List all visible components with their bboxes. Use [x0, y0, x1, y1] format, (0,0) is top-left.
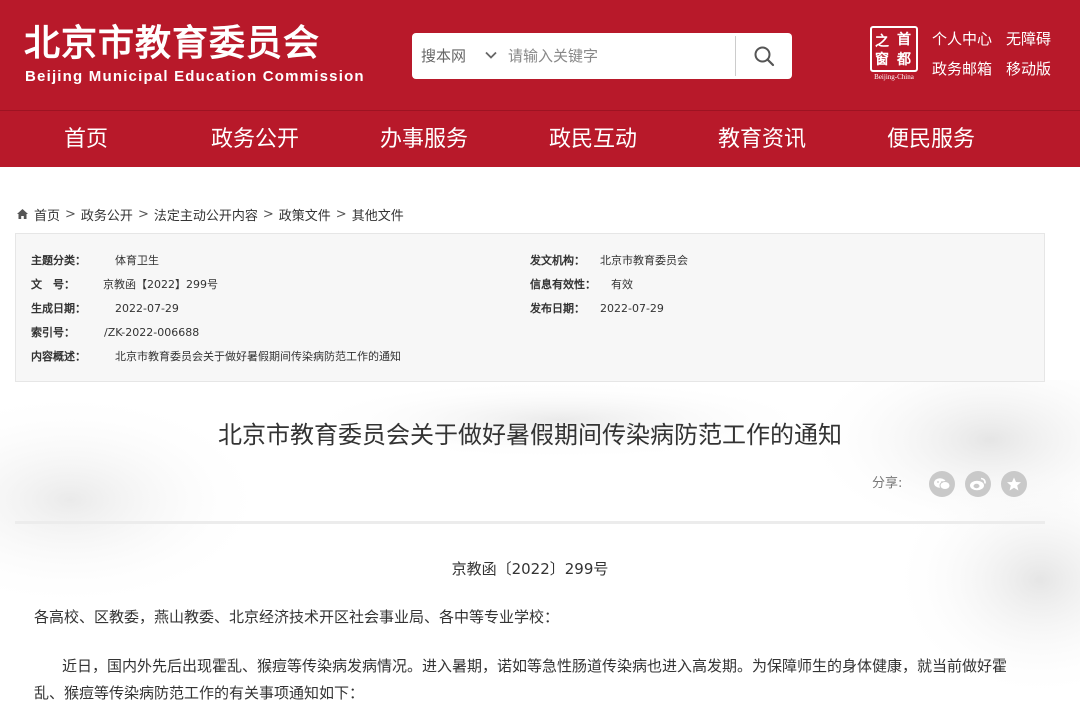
- seal-frame: 之 首 窗 都: [870, 26, 918, 72]
- favorite-share-button[interactable]: [1001, 471, 1027, 497]
- seal-char: 首: [897, 32, 911, 48]
- search-icon: [754, 46, 775, 67]
- main-nav: 首页 政务公开 办事服务 政民互动 教育资讯 便民服务: [0, 110, 1080, 167]
- search-divider: [735, 36, 736, 76]
- breadcrumb-home[interactable]: 首页: [34, 205, 60, 224]
- breadcrumb-separator: >: [65, 206, 76, 222]
- meta-summary-value: 北京市教育委员会关于做好暑假期间传染病防范工作的通知: [115, 350, 401, 363]
- wechat-icon: [934, 478, 951, 490]
- breadcrumb-separator: >: [335, 206, 347, 222]
- seal-char: 都: [897, 52, 911, 68]
- home-icon: [17, 209, 28, 219]
- breadcrumb-other-documents[interactable]: 其他文件: [352, 205, 404, 224]
- meta-created-label: 生成日期：: [31, 302, 86, 315]
- seal-char: 窗: [875, 52, 889, 68]
- search-scope-select[interactable]: 搜本网: [421, 33, 466, 79]
- article-salutation: 各高校、区教委，燕山教委、北京经济技术开区社会事业局、各中等专业学校：: [34, 608, 560, 626]
- seal-caption: Beijing-China: [874, 73, 914, 81]
- meta-index-value: /ZK-2022-006688: [104, 326, 200, 339]
- site-logo-english[interactable]: Beijing Municipal Education Commission: [25, 68, 365, 85]
- wechat-share-button[interactable]: [929, 471, 955, 497]
- meta-published-label: 发布日期：: [530, 302, 585, 315]
- breadcrumb-statutory-disclosure[interactable]: 法定主动公开内容: [154, 205, 258, 224]
- search-button[interactable]: [744, 37, 784, 75]
- breadcrumb-separator: >: [137, 206, 149, 222]
- weibo-icon: [970, 477, 986, 491]
- capital-window-seal-logo[interactable]: 之 首 窗 都 Beijing-China: [870, 26, 918, 82]
- meta-topic-label: 主题分类：: [31, 254, 86, 267]
- article-title: 北京市教育委员会关于做好暑假期间传染病防范工作的通知: [218, 421, 842, 449]
- share-label: 分享:: [872, 476, 903, 491]
- weibo-share-button[interactable]: [965, 471, 991, 497]
- article-body-line-2: 乱、猴痘等传染病防范工作的有关事项通知如下：: [34, 684, 365, 702]
- star-icon: [1007, 477, 1021, 491]
- meta-published-value: 2022-07-29: [600, 302, 664, 315]
- meta-summary-label: 内容概述：: [31, 350, 86, 363]
- nav-item-home[interactable]: 首页: [22, 111, 150, 168]
- meta-index-label: 索引号：: [31, 326, 75, 339]
- title-divider: [15, 521, 1045, 524]
- document-metadata-panel: 主题分类： 体育卫生 文 号： 京教函【2022】299号 生成日期： 2022…: [15, 233, 1045, 382]
- site-header: 北京市教育委员会 Beijing Municipal Education Com…: [0, 0, 1080, 110]
- meta-issuer-label: 发文机构：: [530, 254, 585, 267]
- meta-docno-label: 文 号：: [31, 278, 75, 291]
- breadcrumb-separator: >: [262, 206, 274, 222]
- search-bar: 搜本网: [412, 33, 792, 79]
- breadcrumb-policy-documents[interactable]: 政策文件: [279, 205, 331, 224]
- meta-created-value: 2022-07-29: [115, 302, 179, 315]
- nav-item-interaction[interactable]: 政民互动: [529, 111, 657, 168]
- seal-char: 之: [875, 34, 889, 50]
- article-body-line-1: 近日，国内外先后出现霍乱、猴痘等传染病发病情况。进入暑期，诺如等急性肠道传染病也…: [62, 657, 1008, 675]
- nav-item-government-affairs[interactable]: 政务公开: [191, 111, 319, 168]
- personal-center-link[interactable]: 个人中心: [932, 29, 992, 49]
- meta-issuer-value: 北京市教育委员会: [600, 254, 688, 267]
- document-number: 京教函〔2022〕299号: [451, 560, 609, 578]
- chevron-down-icon[interactable]: [484, 48, 498, 62]
- meta-validity-value: 有效: [611, 278, 633, 291]
- government-mail-link[interactable]: 政务邮箱: [932, 59, 992, 79]
- nav-item-services[interactable]: 办事服务: [360, 111, 488, 168]
- search-input[interactable]: [508, 41, 740, 71]
- accessibility-link[interactable]: 无障碍: [1006, 29, 1051, 49]
- mobile-version-link[interactable]: 移动版: [1006, 59, 1051, 79]
- nav-item-public-services[interactable]: 便民服务: [867, 111, 995, 168]
- breadcrumb-government-affairs[interactable]: 政务公开: [81, 205, 133, 224]
- breadcrumb: 首页 > 政务公开 > 法定主动公开内容 > 政策文件 > 其他文件: [16, 204, 404, 224]
- meta-topic-value: 体育卫生: [115, 254, 159, 267]
- site-logo-chinese[interactable]: 北京市教育委员会: [24, 22, 320, 66]
- meta-docno-value: 京教函【2022】299号: [103, 278, 218, 291]
- nav-item-education-news[interactable]: 教育资讯: [698, 111, 826, 168]
- meta-validity-label: 信息有效性：: [530, 278, 596, 291]
